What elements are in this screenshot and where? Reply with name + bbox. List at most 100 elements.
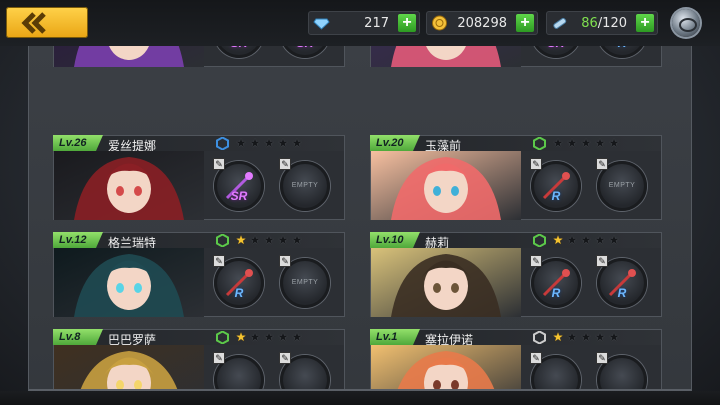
star-icon: ★ [580, 136, 592, 150]
skill-slot[interactable]: ✎SR [280, 46, 330, 58]
settings-icon[interactable] [672, 9, 700, 37]
skill-slot[interactable]: ✎ EMPTY [596, 158, 647, 211]
character-card[interactable]: Lv.12 格兰瑞特 ★ ★ ★ ★ ★ ✎ R ✎ EMPTY [53, 232, 345, 317]
star-icon: ★ [235, 136, 247, 150]
star-rating: ★ ★ ★ ★ ★ [551, 233, 621, 247]
weapon-slot[interactable]: ✎ R [530, 255, 581, 308]
star-icon: ★ [594, 136, 606, 150]
star-icon: ★ [580, 330, 592, 344]
star-rating: ★ ★ ★ ★ ★ [551, 136, 621, 150]
hexagon-icon [216, 137, 229, 150]
star-rating: ★ ★ ★ ★ ★ [551, 330, 621, 344]
star-icon: ★ [608, 233, 620, 247]
hexagon-icon [216, 331, 229, 344]
hexagon-icon [533, 234, 546, 247]
level-badge: Lv.12 [53, 232, 103, 248]
empty-slot-label: EMPTY [291, 279, 319, 286]
star-icon: ★ [277, 136, 289, 150]
star-icon: ★ [552, 330, 564, 344]
edit-icon[interactable]: ✎ [279, 158, 291, 170]
edit-icon[interactable]: ✎ [279, 255, 291, 267]
hexagon-icon [216, 234, 229, 247]
star-icon: ★ [249, 136, 261, 150]
star-icon: ★ [594, 330, 606, 344]
diamond-count: 217 [364, 16, 389, 31]
star-icon: ★ [594, 233, 606, 247]
diamond-counter: 217 + [308, 11, 420, 35]
star-icon: ★ [566, 136, 578, 150]
star-icon: ★ [235, 330, 247, 344]
stamina-icon [553, 17, 567, 29]
skill-slot[interactable]: ✎ EMPTY [279, 158, 330, 211]
add-coins-button[interactable]: + [516, 14, 534, 32]
weapon-slot[interactable]: ✎SR [531, 46, 581, 58]
character-portrait [54, 345, 204, 389]
star-icon: ★ [566, 233, 578, 247]
character-portrait [371, 345, 521, 389]
character-portrait [54, 248, 204, 317]
character-card[interactable]: Lv.8 巴巴罗萨 ★ ★ ★ ★ ★ ✎ ✎ [53, 329, 345, 389]
weapon-slot[interactable]: ✎ R [530, 158, 581, 211]
weapon-slot[interactable]: ✎SR [214, 46, 264, 58]
skill-slot[interactable]: ✎ EMPTY [279, 255, 330, 308]
character-list-panel[interactable]: ✎SR✎SR✎SR✎RLv.26爱丝提娜★★★★★✎SR✎EMPTYLv.20玉… [28, 46, 692, 391]
back-arrow-icon [21, 12, 46, 34]
grade-label: SR [534, 46, 578, 50]
diamond-icon [313, 18, 330, 30]
star-rating: ★ ★ ★ ★ ★ [234, 330, 304, 344]
add-diamonds-button[interactable]: + [398, 14, 416, 32]
edit-icon[interactable]: ✎ [213, 352, 225, 364]
level-badge: Lv.26 [53, 135, 103, 151]
stamina-count: 86/120 [581, 16, 627, 31]
level-badge: Lv.1 [370, 329, 420, 345]
skill-slot[interactable]: ✎ [596, 352, 647, 389]
star-icon: ★ [608, 136, 620, 150]
star-icon: ★ [291, 136, 303, 150]
weapon-slot[interactable]: ✎ [530, 352, 581, 389]
character-card[interactable]: Lv.26 爱丝提娜 ★ ★ ★ ★ ★ ✎ SR ✎ EMPTY [53, 135, 345, 220]
star-icon: ★ [608, 330, 620, 344]
skill-slot[interactable]: ✎ [279, 352, 330, 389]
skill-slot[interactable]: ✎R [596, 255, 647, 308]
star-icon: ★ [552, 136, 564, 150]
weapon-slot[interactable]: ✎ [213, 352, 264, 389]
top-bar: 217 + 208298 + 86/120 + [0, 0, 720, 46]
hexagon-icon [533, 331, 546, 344]
edit-icon[interactable]: ✎ [596, 158, 608, 170]
star-icon: ★ [249, 330, 261, 344]
level-badge: Lv.8 [53, 329, 103, 345]
star-icon: ★ [249, 233, 261, 247]
grade-label: SR [283, 46, 327, 50]
coin-icon [432, 15, 447, 31]
character-card[interactable]: ✎SR ✎R [370, 46, 662, 67]
hexagon-icon [533, 137, 546, 150]
stamina-counter: 86/120 + [546, 11, 658, 35]
coin-counter: 208298 + [426, 11, 538, 35]
back-button[interactable] [6, 7, 88, 38]
character-card[interactable]: ✎SR ✎SR [53, 46, 345, 67]
star-icon: ★ [291, 330, 303, 344]
edit-icon[interactable]: ✎ [279, 352, 291, 364]
add-stamina-button[interactable]: + [636, 14, 654, 32]
star-icon: ★ [235, 233, 247, 247]
edit-icon[interactable]: ✎ [596, 352, 608, 364]
weapon-slot[interactable]: ✎ R [213, 255, 264, 308]
star-icon: ★ [552, 233, 564, 247]
grade-label: R [600, 46, 644, 50]
character-card[interactable]: Lv.1 塞拉伊诺 ★ ★ ★ ★ ★ ✎ ✎ [370, 329, 662, 389]
empty-slot-label: EMPTY [608, 182, 636, 189]
star-icon: ★ [291, 233, 303, 247]
grade-label: SR [217, 46, 261, 50]
star-icon: ★ [277, 330, 289, 344]
character-card[interactable]: Lv.20 玉藻前 ★ ★ ★ ★ ★ ✎ R ✎ EMPTY [370, 135, 662, 220]
weapon-slot[interactable]: ✎SR [213, 158, 264, 211]
level-badge: Lv.20 [370, 135, 420, 151]
grade-label: R [551, 286, 561, 300]
character-portrait [371, 248, 521, 317]
edit-icon[interactable]: ✎ [530, 352, 542, 364]
star-icon: ★ [277, 233, 289, 247]
character-portrait [371, 46, 521, 67]
skill-slot[interactable]: ✎R [597, 46, 647, 58]
star-icon: ★ [263, 233, 275, 247]
character-card[interactable]: Lv.10 赫莉 ★ ★ ★ ★ ★ ✎ R ✎ R [370, 232, 662, 317]
